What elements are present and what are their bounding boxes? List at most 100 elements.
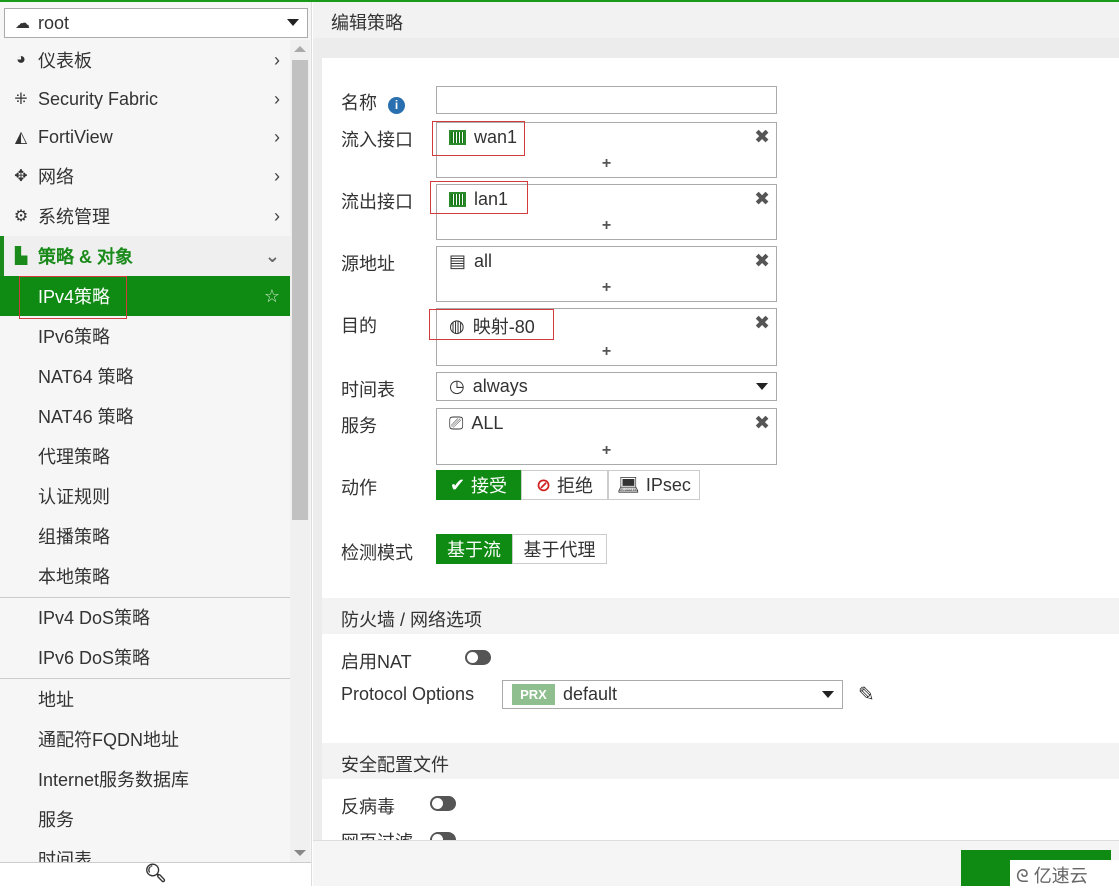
arrows-move-icon: ✥ xyxy=(14,168,28,185)
vdom-select[interactable]: ☁ root xyxy=(4,8,308,38)
service-value: ALL xyxy=(471,413,504,433)
action-accept-button[interactable]: ✔ 接受 xyxy=(436,470,521,500)
address-icon: ▤ xyxy=(449,251,467,271)
caret-down-icon xyxy=(287,19,299,26)
sidebar-item-auth-rules[interactable]: 认证规则 xyxy=(0,476,290,516)
mode-flow-button[interactable]: 基于流 xyxy=(436,534,512,564)
sidebar-item-label: 时间表 xyxy=(38,850,92,862)
scroll-down-icon[interactable] xyxy=(294,850,306,856)
chevron-right-icon: › xyxy=(274,88,280,109)
nat-toggle[interactable] xyxy=(465,650,491,665)
remove-icon[interactable]: ✖ xyxy=(754,312,770,335)
sidebar-item-multicast[interactable]: 组播策略 xyxy=(0,516,290,556)
highlight-box xyxy=(432,121,525,156)
action-deny-button[interactable]: ⊘ 拒绝 xyxy=(521,470,608,500)
chevron-right-icon: › xyxy=(274,165,280,186)
sidebar-item-network[interactable]: ✥ 网络 › xyxy=(0,156,290,196)
sidebar-item-schedules[interactable]: 时间表 xyxy=(0,838,290,862)
incoming-label: 流入接口 xyxy=(341,130,413,150)
sidebar-item-ipv6-policy[interactable]: IPv6策略 xyxy=(0,316,290,356)
sidebar-item-label: 组播策略 xyxy=(38,527,110,547)
sidebar-item-nat46[interactable]: NAT46 策略 xyxy=(0,396,290,436)
source-value: all xyxy=(474,251,493,271)
cloud-gear-icon: ☁ xyxy=(15,15,30,32)
laptop-icon: 💻︎ xyxy=(617,474,640,495)
schedule-value: always xyxy=(472,376,528,396)
sidebar-item-fortiview[interactable]: ◭ FortiView › xyxy=(0,117,290,157)
remove-icon[interactable]: ✖ xyxy=(754,188,770,211)
sidebar-item-policy-objects[interactable]: ▙ 策略 & 对象 ⌄ xyxy=(0,236,290,276)
chevron-down-icon: ⌄ xyxy=(264,245,280,266)
remove-icon[interactable]: ✖ xyxy=(754,126,770,149)
antivirus-toggle[interactable] xyxy=(430,796,456,811)
highlight-box xyxy=(430,181,528,214)
mode-proxy-button[interactable]: 基于代理 xyxy=(512,534,607,564)
protocol-options-value: default xyxy=(563,684,618,704)
check-icon: ✔ xyxy=(449,474,466,495)
prx-badge: PRX xyxy=(512,684,555,705)
chevron-right-icon: › xyxy=(274,49,280,70)
sidebar-search-button[interactable]: 🔍︎ xyxy=(0,862,311,886)
section-firewall-options: 防火墙 / 网络选项 xyxy=(322,598,1119,634)
outgoing-label: 流出接口 xyxy=(341,192,413,212)
sidebar-item-label: 认证规则 xyxy=(38,487,110,507)
add-icon[interactable]: + xyxy=(437,279,776,297)
info-icon[interactable]: i xyxy=(388,97,406,114)
chevron-right-icon: › xyxy=(274,205,280,226)
sidebar-item-proxy-policy[interactable]: 代理策略 xyxy=(0,436,290,476)
sidebar-item-security-fabric[interactable]: ⁜ Security Fabric › xyxy=(0,79,290,119)
name-label: 名称 i xyxy=(341,89,406,115)
source-address-field[interactable]: ▤ all ✖ + xyxy=(436,246,777,302)
sidebar-item-label: 策略 & 对象 xyxy=(38,247,134,267)
sidebar-item-ipv4-dos[interactable]: IPv4 DoS策略 xyxy=(0,597,290,637)
dashboard-icon: ◕ xyxy=(16,51,26,68)
sidebar-item-label: 本地策略 xyxy=(38,567,110,587)
inspection-mode-label: 检测模式 xyxy=(341,543,413,563)
nat-label: 启用NAT xyxy=(341,652,412,672)
schedule-select[interactable]: ◷ always xyxy=(436,372,777,401)
remove-icon[interactable]: ✖ xyxy=(754,412,770,435)
sidebar-item-system[interactable]: ⚙ 系统管理 › xyxy=(0,196,290,236)
protocol-options-label: Protocol Options xyxy=(341,684,475,704)
scroll-up-icon[interactable] xyxy=(294,46,306,52)
name-input[interactable] xyxy=(436,86,777,114)
section-security-profiles: 安全配置文件 xyxy=(322,743,1119,779)
highlight-box xyxy=(19,276,127,319)
sidebar-item-label: 系统管理 xyxy=(38,207,110,227)
caret-down-icon xyxy=(756,383,768,390)
scrollbar-thumb[interactable] xyxy=(292,60,308,520)
sidebar-item-wildcard-fqdn[interactable]: 通配符FQDN地址 xyxy=(0,719,290,759)
star-icon[interactable]: ☆ xyxy=(264,286,280,307)
webfilter-label: 网页过滤 xyxy=(341,828,413,840)
sidebar-item-label: IPv4 DoS策略 xyxy=(38,608,151,628)
add-icon[interactable]: + xyxy=(437,343,776,361)
sidebar-item-nat64[interactable]: NAT64 策略 xyxy=(0,356,290,396)
sidebar-item-local-policy[interactable]: 本地策略 xyxy=(0,556,290,596)
sidebar-item-ipv6-dos[interactable]: IPv6 DoS策略 xyxy=(0,637,290,677)
schedule-icon: ◷ xyxy=(449,376,465,396)
sidebar-item-services[interactable]: 服务 xyxy=(0,799,290,839)
protocol-options-select[interactable]: PRX default xyxy=(502,680,843,709)
vdom-value: root xyxy=(38,12,70,33)
sidebar-item-label: FortiView xyxy=(38,126,113,147)
add-icon[interactable]: + xyxy=(437,217,776,235)
webfilter-toggle[interactable] xyxy=(430,832,456,845)
sidebar-item-label: IPv6 DoS策略 xyxy=(38,648,151,668)
sidebar-item-label: 仪表板 xyxy=(38,51,92,71)
service-field[interactable]: ⎚ ALL ✖ + xyxy=(436,408,777,465)
service-label: 服务 xyxy=(341,416,377,436)
action-label: 动作 xyxy=(341,478,377,498)
add-icon[interactable]: + xyxy=(437,442,776,460)
remove-icon[interactable]: ✖ xyxy=(754,250,770,273)
sidebar-item-address[interactable]: 地址 xyxy=(0,679,290,719)
sidebar-item-isdb[interactable]: Internet服务数据库 xyxy=(0,759,290,799)
policy-icon: ▙ xyxy=(14,248,28,265)
action-ipsec-button[interactable]: 💻︎ IPsec xyxy=(608,470,700,500)
sidebar-item-dashboard[interactable]: ◕ 仪表板 › xyxy=(0,40,290,80)
sidebar-item-label: NAT46 策略 xyxy=(38,407,134,427)
page-title: 编辑策略 xyxy=(313,2,1119,38)
sidebar-item-label: NAT64 策略 xyxy=(38,367,134,387)
add-icon[interactable]: + xyxy=(437,155,776,173)
sidebar-item-label: 网络 xyxy=(38,167,74,187)
edit-pencil-icon[interactable]: ✎ xyxy=(858,682,875,707)
